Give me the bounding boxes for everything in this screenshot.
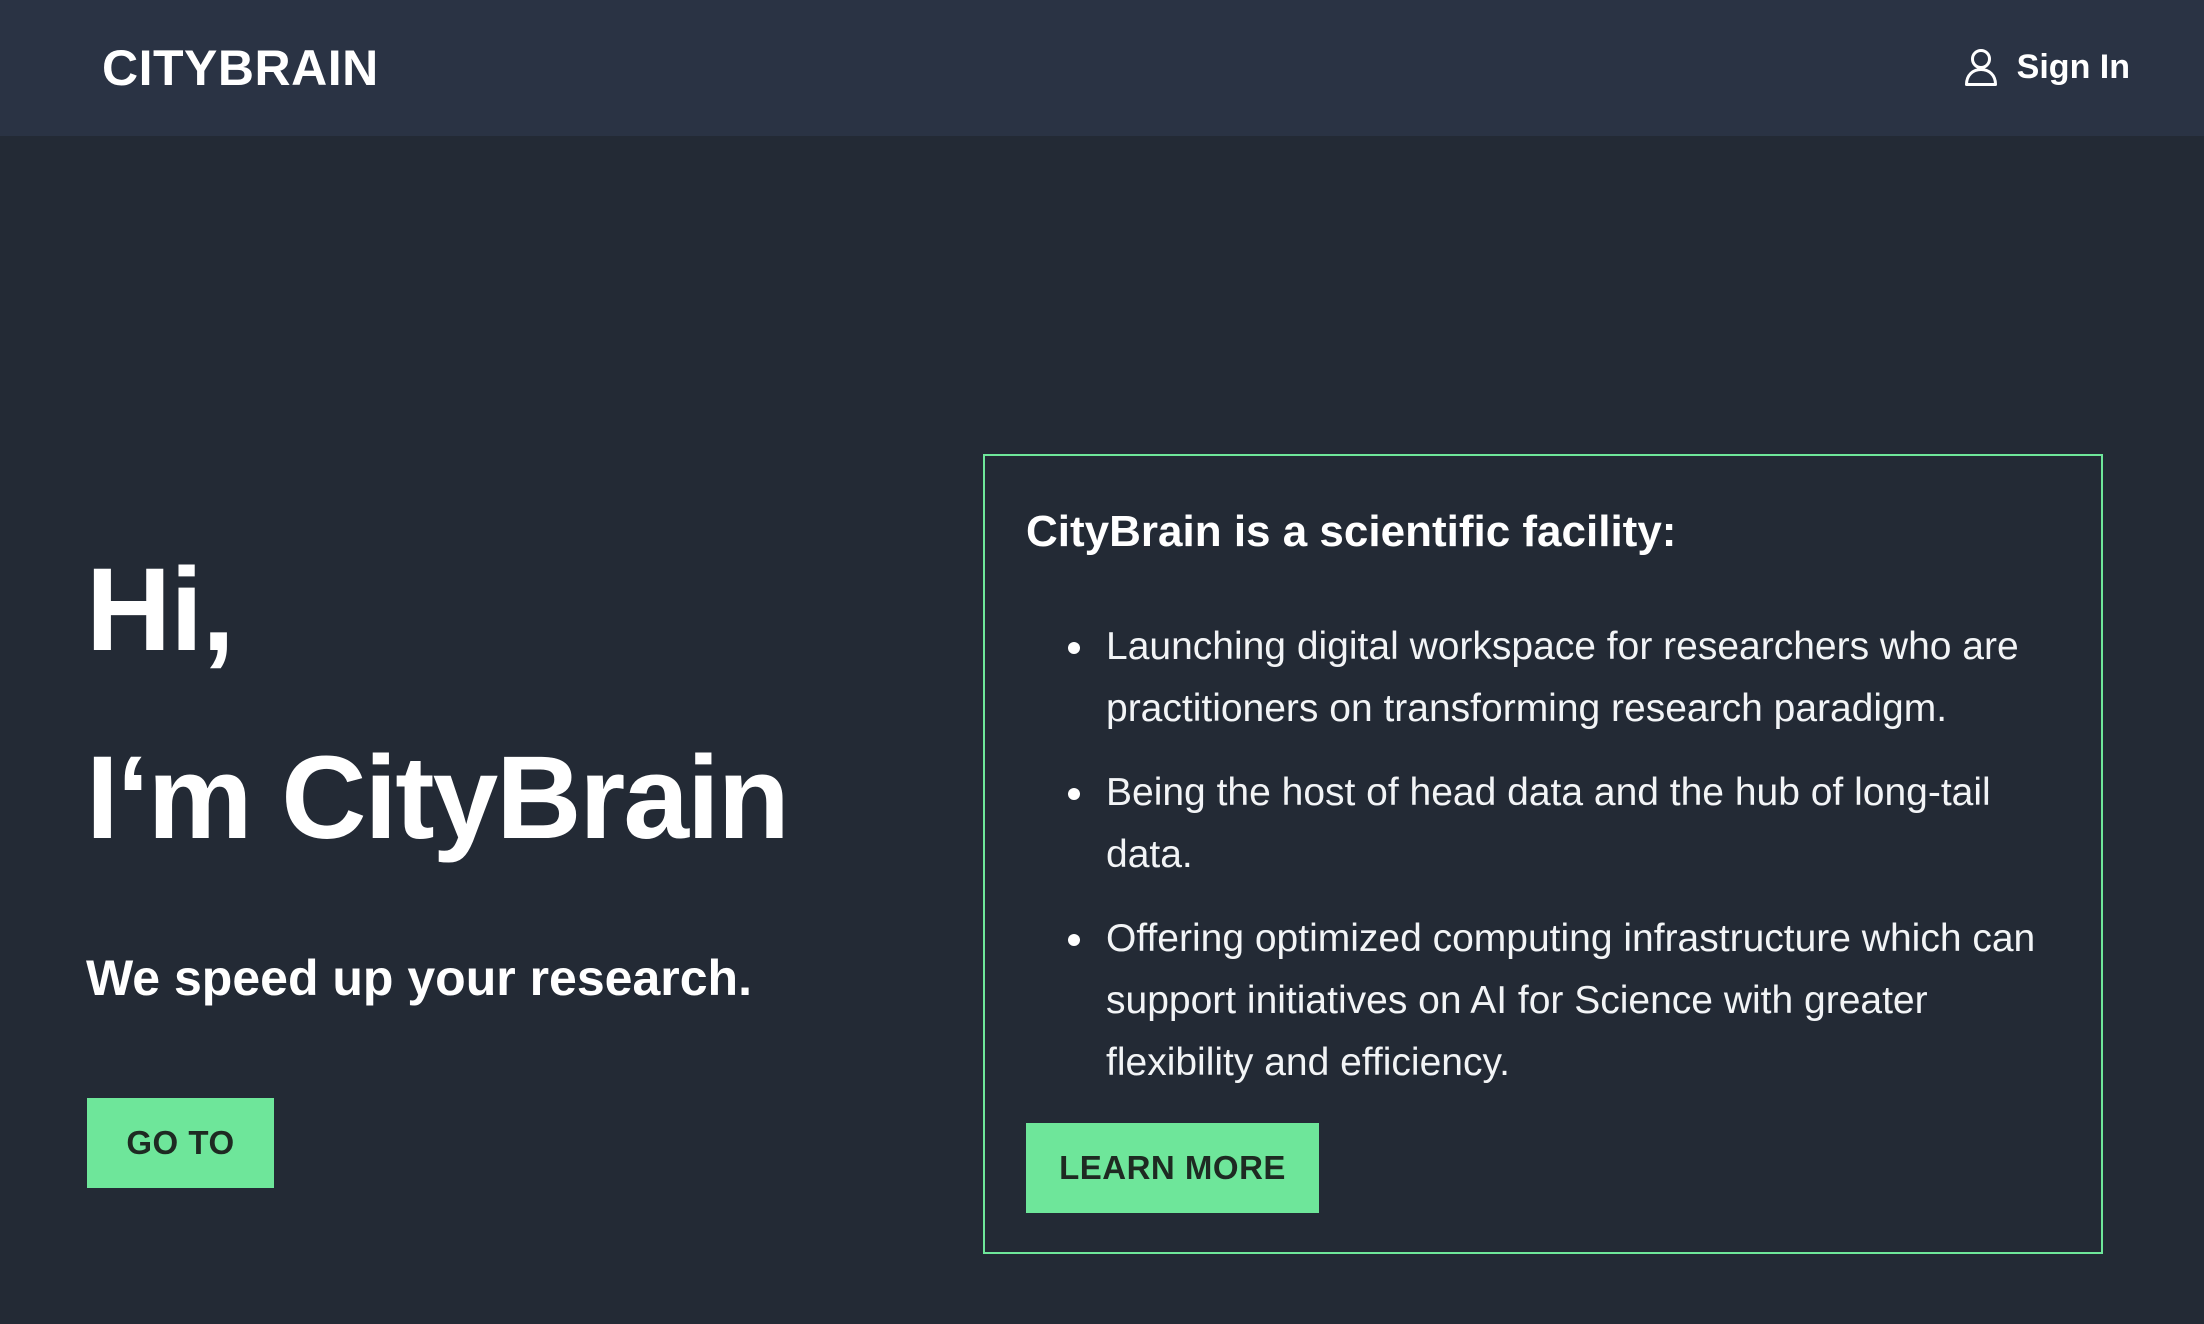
hero-greeting: Hi, xyxy=(86,544,235,676)
bullet-icon xyxy=(1068,934,1080,946)
sign-in-label: Sign In xyxy=(2016,47,2130,86)
top-navigation-bar: CITYBRAIN Sign In xyxy=(0,0,2204,136)
info-feature-list: Launching digital workspace for research… xyxy=(1026,616,2066,1116)
list-item: Offering optimized computing infrastruct… xyxy=(1026,908,2066,1094)
list-item: Being the host of head data and the hub … xyxy=(1026,762,2066,886)
hero-title: I‘m CityBrain xyxy=(86,732,790,864)
hero-tagline: We speed up your research. xyxy=(86,950,752,1006)
list-item-text: Offering optimized computing infrastruct… xyxy=(1106,917,2036,1084)
hero-heading: Hi, I‘m CityBrain xyxy=(86,540,966,868)
info-card-title: CityBrain is a scientific facility: xyxy=(1026,507,1677,556)
go-to-button[interactable]: GO TO xyxy=(87,1098,274,1188)
user-icon xyxy=(1963,47,1999,87)
brand-logo[interactable]: CITYBRAIN xyxy=(102,38,379,98)
sign-in-button[interactable]: Sign In xyxy=(1963,40,2130,94)
list-item: Launching digital workspace for research… xyxy=(1026,616,2066,740)
list-item-text: Being the host of head data and the hub … xyxy=(1106,771,1991,876)
bullet-icon xyxy=(1068,788,1080,800)
learn-more-button[interactable]: LEARN MORE xyxy=(1026,1123,1319,1213)
list-item-text: Launching digital workspace for research… xyxy=(1106,625,2019,730)
info-card: CityBrain is a scientific facility: Laun… xyxy=(983,454,2103,1254)
bullet-icon xyxy=(1068,642,1080,654)
